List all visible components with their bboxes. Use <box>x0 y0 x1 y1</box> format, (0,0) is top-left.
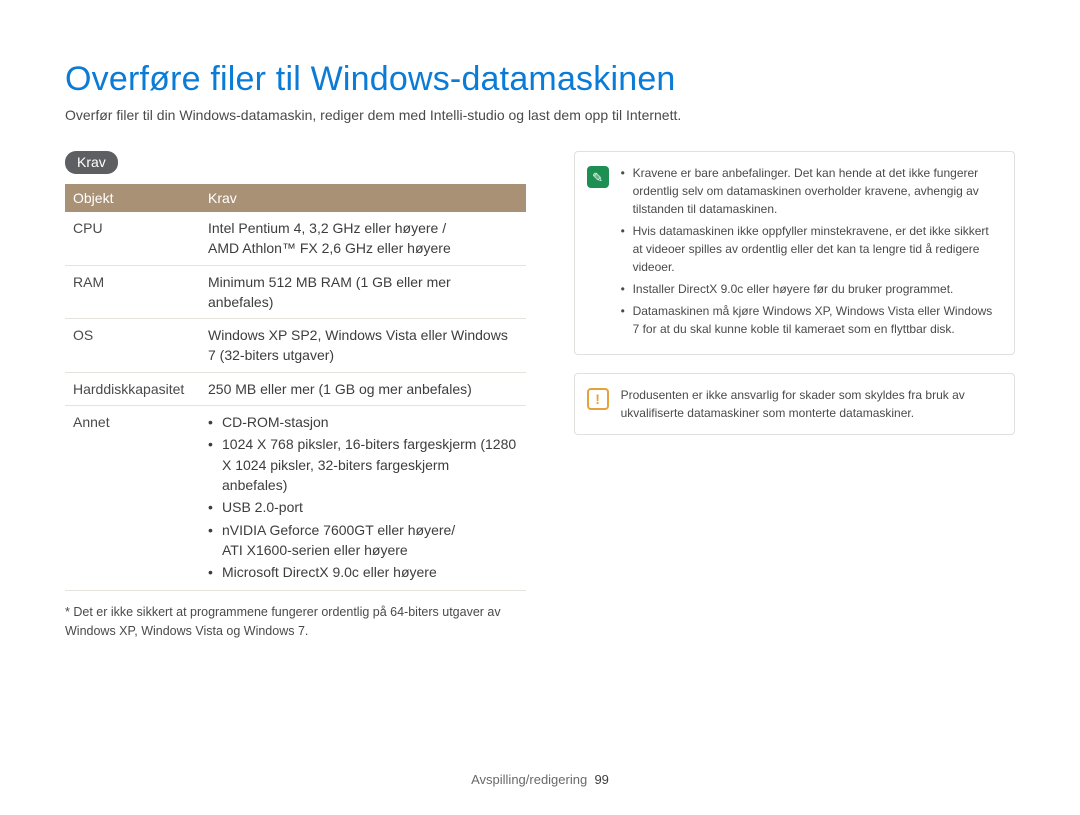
info-icon: ✎ <box>587 166 609 188</box>
cell-value: Intel Pentium 4, 3,2 GHz eller høyere / … <box>200 212 526 265</box>
warning-icon: ! <box>587 388 609 410</box>
list-item: nVIDIA Geforce 7600GT eller høyere/ ATI … <box>208 520 518 561</box>
cell-value: Windows XP SP2, Windows Vista eller Wind… <box>200 319 526 373</box>
cell-label: OS <box>65 319 200 373</box>
list-item: Microsoft DirectX 9.0c eller høyere <box>208 562 518 582</box>
warning-callout: ! Produsenten er ikke ansvarlig for skad… <box>574 373 1015 435</box>
table-row: CPU Intel Pentium 4, 3,2 GHz eller høyer… <box>65 212 526 265</box>
table-row: RAM Minimum 512 MB RAM (1 GB eller mer a… <box>65 265 526 319</box>
page-title: Overføre filer til Windows-datamaskinen <box>65 60 1015 99</box>
list-item: USB 2.0-port <box>208 497 518 517</box>
page-footer: Avspilling/redigering 99 <box>0 772 1080 787</box>
list-item: Kravene er bare anbefalinger. Det kan he… <box>621 164 1000 218</box>
table-row: OS Windows XP SP2, Windows Vista eller W… <box>65 319 526 373</box>
warning-text: Produsenten er ikke ansvarlig for skader… <box>621 386 1000 422</box>
page-subtitle: Overfør filer til din Windows-datamaskin… <box>65 107 1015 123</box>
table-header-objekt: Objekt <box>65 184 200 212</box>
list-item: 1024 X 768 piksler, 16-biters fargeskjer… <box>208 434 518 495</box>
cell-label: CPU <box>65 212 200 265</box>
table-row: Harddiskkapasitet 250 MB eller mer (1 GB… <box>65 372 526 405</box>
table-row: Annet CD-ROM-stasjon 1024 X 768 piksler,… <box>65 406 526 591</box>
footnote: * Det er ikke sikkert at programmene fun… <box>65 603 526 639</box>
section-pill-krav: Krav <box>65 151 118 174</box>
requirements-table: Objekt Krav CPU Intel Pentium 4, 3,2 GHz… <box>65 184 526 591</box>
cell-label: Annet <box>65 406 200 591</box>
cell-value: 250 MB eller mer (1 GB og mer anbefales) <box>200 372 526 405</box>
list-item: Installer DirectX 9.0c eller høyere før … <box>621 280 1000 298</box>
cell-value: Minimum 512 MB RAM (1 GB eller mer anbef… <box>200 265 526 319</box>
list-item: Datamaskinen må kjøre Windows XP, Window… <box>621 302 1000 338</box>
cell-label: RAM <box>65 265 200 319</box>
table-header-krav: Krav <box>200 184 526 212</box>
footer-page-number: 99 <box>594 772 608 787</box>
cell-value: CD-ROM-stasjon 1024 X 768 piksler, 16-bi… <box>200 406 526 591</box>
footer-section: Avspilling/redigering <box>471 772 587 787</box>
info-callout: ✎ Kravene er bare anbefalinger. Det kan … <box>574 151 1015 355</box>
list-item: CD-ROM-stasjon <box>208 412 518 432</box>
list-item: Hvis datamaskinen ikke oppfyller minstek… <box>621 222 1000 276</box>
cell-label: Harddiskkapasitet <box>65 372 200 405</box>
